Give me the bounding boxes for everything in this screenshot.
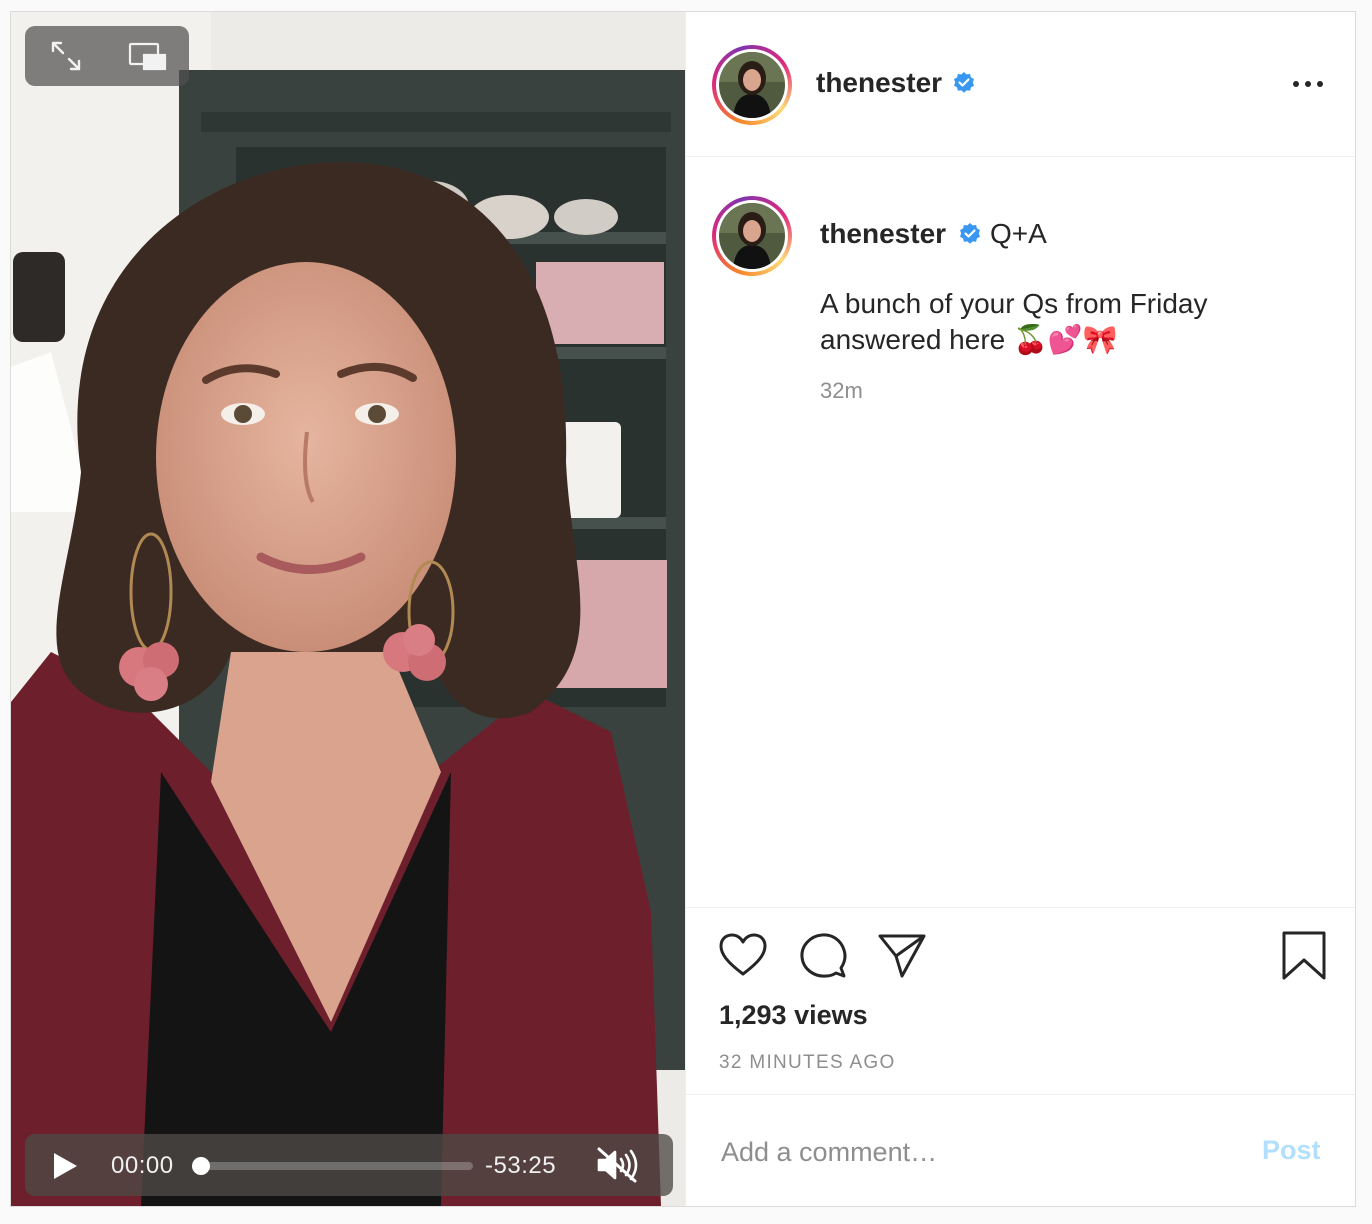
muted-speaker-icon[interactable] — [595, 1147, 641, 1183]
verified-badge-icon — [960, 223, 980, 244]
post-header: thenester — [686, 12, 1355, 157]
verified-badge-icon — [954, 72, 974, 93]
post-comment-button[interactable]: Post — [1262, 1135, 1321, 1166]
comment-form: Post — [686, 1094, 1355, 1207]
view-count[interactable]: 1,293 views — [719, 1000, 868, 1031]
remaining-time: -53:25 — [485, 1152, 557, 1179]
save-bookmark-icon[interactable] — [1278, 930, 1330, 982]
seek-bar-knob[interactable] — [192, 1157, 210, 1175]
post-dialog: 00:00 -53:25 thenester thenester Q+A A b… — [10, 11, 1356, 1207]
share-plane-icon[interactable] — [876, 930, 928, 982]
video-frame — [11, 12, 685, 1206]
video-overlay-toolbar — [25, 26, 189, 86]
avatar[interactable] — [712, 45, 792, 125]
expand-icon[interactable] — [44, 34, 88, 78]
more-options-icon[interactable] — [1286, 72, 1330, 96]
caption-title: Q+A — [990, 218, 1047, 249]
play-icon[interactable] — [47, 1149, 81, 1183]
comment-bubble-icon[interactable] — [797, 930, 849, 982]
post-sidebar: thenester thenester Q+A A bunch of your … — [685, 12, 1355, 1206]
header-username[interactable]: thenester — [816, 67, 942, 99]
caption-text: A bunch of your Qs from Friday answered … — [820, 288, 1208, 355]
picture-in-picture-icon[interactable] — [126, 34, 170, 78]
comment-input[interactable] — [719, 1129, 1223, 1175]
seek-bar[interactable] — [192, 1157, 473, 1175]
caption-avatar[interactable] — [712, 196, 792, 276]
post-age[interactable]: 32 MINUTES AGO — [719, 1052, 896, 1074]
current-time: 00:00 — [111, 1152, 174, 1179]
like-heart-icon[interactable] — [717, 930, 769, 982]
caption-username[interactable]: thenester — [820, 218, 946, 250]
video-player[interactable]: 00:00 -53:25 — [11, 12, 685, 1206]
post-actions: 1,293 views 32 MINUTES AGO — [686, 907, 1355, 1094]
video-controls: 00:00 -53:25 — [25, 1134, 673, 1196]
caption-timestamp[interactable]: 32m — [820, 378, 863, 404]
